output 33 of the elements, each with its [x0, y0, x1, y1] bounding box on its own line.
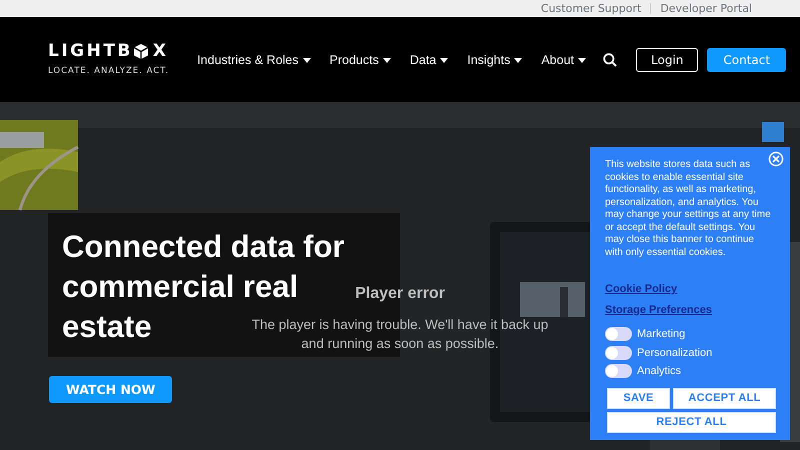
hero-headline-line: commercial real — [62, 268, 298, 306]
toggle-switch[interactable] — [605, 346, 632, 360]
hero-headline-line: Connected data for — [62, 228, 344, 266]
cookie-link[interactable]: Storage Preferences — [605, 302, 778, 318]
top-link[interactable]: Developer Portal — [660, 2, 752, 15]
contact-button[interactable]: Contact — [707, 48, 786, 72]
cookie-link[interactable]: Cookie Policy — [605, 281, 778, 298]
close-icon[interactable] — [768, 151, 784, 167]
toggle-switch[interactable] — [605, 327, 632, 342]
watch-now-button[interactable]: WATCH NOW — [49, 376, 172, 403]
toggle-label: Analytics — [637, 364, 682, 379]
nav-menu-item[interactable]: Industries & Roles — [197, 52, 310, 66]
cube-icon — [132, 43, 149, 60]
nav-menu-item[interactable]: Products — [330, 52, 391, 66]
cookie-button[interactable]: ACCEPT ALL — [673, 388, 776, 408]
player-error-title: Player error — [355, 284, 445, 304]
search-icon[interactable] — [603, 52, 618, 66]
toggle-label: Personalization — [637, 346, 712, 360]
login-button[interactable]: Login — [636, 48, 698, 72]
logo-tagline: LOCATE. ANALYZE. ACT. — [48, 66, 170, 76]
logo-text[interactable]: LIGHTB — [48, 43, 133, 60]
nav-menu-item[interactable]: Insights — [467, 52, 522, 66]
cookie-button[interactable]: REJECT ALL — [607, 412, 776, 432]
toggle-label: Marketing — [637, 327, 686, 342]
cookie-button[interactable]: SAVE — [607, 388, 670, 408]
top-link[interactable]: Customer Support — [540, 2, 642, 15]
logo-text[interactable]: X — [152, 43, 169, 60]
hero-headline-line: estate — [62, 308, 152, 346]
cookie-notice-text: This website stores data such as cookies to enable essential site functionality, as well as marketing, personalization, and analytics. You may change your settings at any time or accept the default settings. You may close this banner to continue with only essential cookies. — [605, 159, 772, 259]
player-error-message: The player is having trouble. We'll have it back up and running as soon as possible. — [250, 316, 550, 353]
nav-menu-item[interactable]: About — [541, 52, 586, 66]
toggle-switch[interactable] — [605, 364, 632, 378]
nav-menu-item[interactable]: Data — [410, 52, 448, 66]
